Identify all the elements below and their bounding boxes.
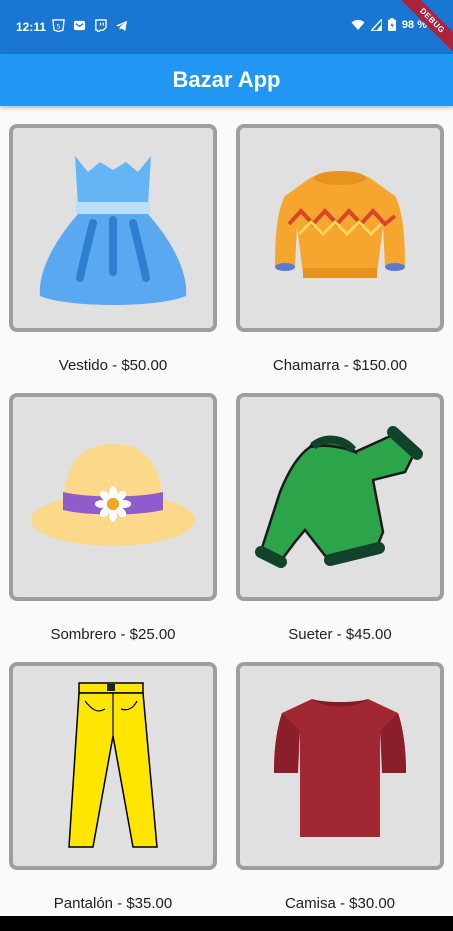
product-label: Sombrero - $25.00 (50, 626, 176, 643)
product-label: Vestido - $50.00 (58, 357, 168, 374)
product-label: Camisa - $30.00 (284, 895, 396, 912)
twitch-icon (95, 19, 107, 32)
wifi-icon (351, 19, 365, 30)
product-image-frame[interactable] (236, 662, 444, 870)
product-image-frame[interactable] (9, 124, 217, 332)
hat-icon (31, 444, 195, 546)
status-bar: 12:11 5 98 % DEBUG (0, 0, 453, 57)
product-label: Sueter - $45.00 (288, 626, 392, 643)
shirt-icon (274, 699, 406, 837)
app-bar: Bazar App (0, 54, 453, 106)
signal-icon (370, 18, 382, 31)
html5-icon: 5 (52, 19, 65, 32)
system-status: 98 % (351, 18, 427, 31)
product-label: Chamarra - $150.00 (272, 357, 408, 374)
mail-icon (73, 20, 86, 31)
telegram-icon (115, 20, 128, 32)
svg-text:5: 5 (56, 22, 60, 30)
navigation-bar (0, 916, 453, 931)
product-image-frame[interactable] (236, 393, 444, 601)
product-label: Pantalón - $35.00 (53, 895, 173, 912)
battery-icon (387, 18, 396, 31)
pants-icon (68, 682, 158, 848)
status-time: 12:11 (16, 20, 47, 34)
app-title: Bazar App (172, 67, 281, 92)
product-image-frame[interactable] (9, 662, 217, 870)
dress-icon (39, 156, 187, 305)
notification-icons: 5 (52, 19, 128, 32)
sweater-icon (255, 426, 423, 568)
product-image-frame[interactable] (236, 124, 444, 332)
product-image-frame[interactable] (9, 393, 217, 601)
product-grid[interactable]: Vestido - $50.00 Chamarra - $150.00 Somb… (0, 106, 453, 916)
jacket-icon (275, 170, 405, 278)
